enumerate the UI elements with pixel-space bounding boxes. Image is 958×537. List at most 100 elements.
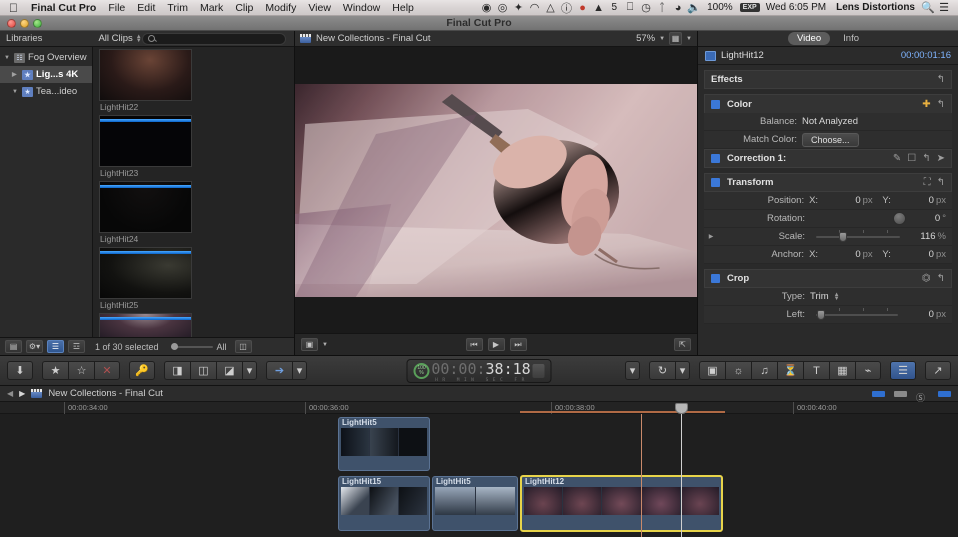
chevron-down-icon[interactable]: ▼ [686, 36, 692, 42]
go-to-end-button[interactable]: ⏭ [509, 338, 527, 351]
adobe-icon[interactable]: ▲ [592, 1, 606, 15]
select-tool-button[interactable]: ➔ [266, 361, 292, 380]
airplay-icon[interactable]: ⎕ [623, 1, 637, 15]
color-section-header[interactable]: Color ✚ ↰ [704, 94, 952, 113]
audio-skimming-icon[interactable] [894, 390, 907, 397]
choose-button[interactable]: Choose... [802, 132, 859, 147]
music-browser-button[interactable]: ♫ [751, 361, 777, 380]
disclosure-triangle-icon[interactable]: ▼ [4, 55, 11, 61]
correction-enable-checkbox[interactable] [711, 154, 720, 163]
themes-browser-button[interactable]: ⌁ [855, 361, 881, 380]
volume-icon[interactable]: 🔈 [687, 1, 701, 15]
chevron-down-icon[interactable]: ▾ [292, 361, 307, 380]
go-to-start-button[interactable]: ⏮ [465, 338, 483, 351]
transform-section-header[interactable]: Transform ⛶ ↰ [704, 173, 952, 192]
skimming-icon[interactable] [872, 390, 885, 397]
sidebar-item-fog-overview[interactable]: ▼ ☷ Fog Overview [0, 49, 92, 66]
menu-item-help[interactable]: Help [386, 0, 420, 16]
share-export-button[interactable]: ↗ [925, 361, 951, 380]
playhead-handle[interactable] [675, 403, 688, 414]
retime-button[interactable]: ↻ [649, 361, 675, 380]
reset-arrow-icon[interactable]: ↰ [937, 99, 945, 110]
viewer-stage[interactable] [295, 47, 697, 333]
correction-1-header[interactable]: Correction 1: ✎ ☐ ↰ ➤ [704, 149, 952, 168]
search-input[interactable] [141, 32, 286, 45]
generators-browser-button[interactable]: ▦ [829, 361, 855, 380]
disclosure-triangle-icon[interactable]: ▶ [12, 71, 19, 78]
back-arrow-icon[interactable]: ◀ [7, 389, 13, 398]
timeline-ruler[interactable]: 00:00:34:00 00:00:36:00 00:00:38:00 00:0… [0, 402, 958, 414]
clip-thumbnail[interactable] [99, 49, 192, 101]
gear-icon[interactable]: ⚙▾ [26, 340, 43, 353]
menu-user-name[interactable]: Lens Distortions [832, 0, 919, 16]
crop-left-value[interactable]: 0 [904, 309, 934, 320]
bluetooth-icon[interactable]: ᛏ [655, 1, 669, 15]
list-view-button[interactable]: ☲ [68, 340, 85, 353]
info-icon[interactable]: ⓘ [560, 1, 574, 15]
menu-item-mark[interactable]: Mark [194, 0, 229, 16]
timeline-body[interactable]: LightHit5 LightHit15 LightHit5 LightHit1… [0, 414, 958, 537]
inspector-duration[interactable]: 00:00:01:16 [901, 50, 951, 61]
position-x-value[interactable]: 0 [827, 195, 860, 206]
menu-item-view[interactable]: View [302, 0, 337, 16]
apple-menu-icon[interactable]:  [5, 0, 25, 16]
wifi-icon[interactable]: ◕ [671, 1, 685, 15]
clip-duration-slider[interactable] [170, 342, 213, 350]
timeline-clip[interactable]: LightHit5 [432, 476, 518, 531]
stepper-icon[interactable]: ▲ ▼ [834, 292, 840, 302]
timecode-value[interactable]: 00:00:38:18 HR MIN SEC FR [430, 359, 533, 383]
append-clip-button[interactable]: ◪ [216, 361, 242, 380]
creative-cloud-icon[interactable]: ◠ [528, 1, 542, 15]
timeline-index-button[interactable]: ☰ [890, 361, 916, 380]
timecode-display[interactable]: 100 % 00:00:38:18 HR MIN SEC FR [406, 358, 552, 383]
menu-app-name[interactable]: Final Cut Pro [25, 0, 102, 16]
reset-arrow-icon[interactable]: ↰ [937, 74, 945, 85]
battery-percent[interactable]: 100% [703, 0, 737, 16]
crop-type-value[interactable]: Trim [810, 291, 829, 302]
timeline-clip[interactable]: LightHit5 [338, 417, 430, 471]
transitions-browser-button[interactable]: ⏳ [777, 361, 803, 380]
effects-header[interactable]: Effects ↰ [704, 70, 952, 89]
clip-thumbnail[interactable] [99, 181, 192, 233]
mask-icon[interactable]: ☐ [907, 153, 916, 164]
position-y-value[interactable]: 0 [900, 195, 934, 206]
reset-arrow-icon[interactable]: ↰ [937, 177, 945, 188]
solo-icon[interactable]: Ⓢ [916, 391, 929, 403]
play-button[interactable]: ▶ [487, 338, 505, 351]
browser-clip[interactable]: LightHit23 [99, 115, 294, 178]
transform-enable-checkbox[interactable] [711, 178, 720, 187]
chevron-down-icon[interactable]: ▼ [659, 36, 665, 42]
sidebar-item-teaser-video[interactable]: ▼ ★ Tea...ideo [0, 83, 92, 100]
menu-item-trim[interactable]: Trim [161, 0, 194, 16]
tab-video[interactable]: Video [788, 32, 831, 45]
crop-section-header[interactable]: Crop ⏣ ↰ [704, 269, 952, 288]
anchor-x-value[interactable]: 0 [827, 249, 860, 260]
clock-icon[interactable]: ◷ [639, 1, 653, 15]
forward-arrow-icon[interactable]: ▶ [19, 389, 25, 398]
viewer-options-button[interactable]: ▦ [669, 32, 683, 45]
color-board-icon[interactable]: ✎ [893, 153, 901, 164]
rec-red-icon[interactable]: ● [576, 1, 590, 15]
effects-browser-button[interactable]: ▣ [699, 361, 725, 380]
menu-item-edit[interactable]: Edit [131, 0, 161, 16]
clip-thumbnail[interactable] [99, 247, 192, 299]
menu-item-clip[interactable]: Clip [229, 0, 259, 16]
crop-onscreen-icon[interactable]: ⏣ [922, 273, 931, 284]
clip-thumbnail[interactable] [99, 313, 192, 337]
chevron-down-icon[interactable]: ▾ [675, 361, 690, 380]
rotation-value[interactable]: 0 [906, 213, 940, 224]
titles-browser-button[interactable]: T [803, 361, 829, 380]
menu-item-file[interactable]: File [102, 0, 131, 16]
reset-arrow-icon[interactable]: ↰ [922, 153, 930, 164]
filmstrip-view-button[interactable]: ☰ [47, 340, 64, 353]
timeline-clip[interactable]: LightHit15 [338, 476, 430, 531]
timeline-clip-selected[interactable]: LightHit12 [520, 475, 723, 532]
disclosure-triangle-icon[interactable]: ▶ [704, 233, 718, 240]
browser-clip[interactable]: LightHit24 [99, 181, 294, 244]
playhead-line[interactable] [681, 414, 682, 537]
disclosure-icon[interactable]: ➤ [937, 153, 945, 164]
clip-appearance-button[interactable]: ◫ [234, 340, 252, 353]
photos-browser-button[interactable]: ☼ [725, 361, 751, 380]
favorite-button[interactable]: ★ [42, 361, 68, 380]
clip-thumbnail[interactable] [99, 115, 192, 167]
